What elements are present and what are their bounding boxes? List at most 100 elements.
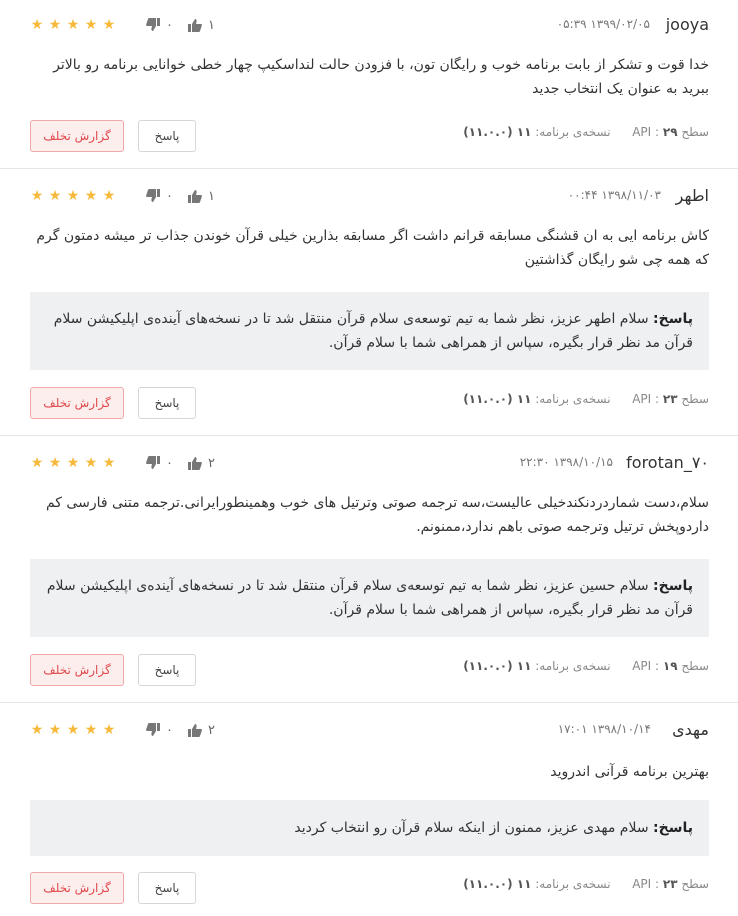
thumbs-down-icon [146,189,160,202]
reply-button[interactable]: پاسخ [138,872,196,904]
review-meta: سطح API : ۲۹ نسخه‌ی برنامه: ۱۱ (۱۱.۰.۰) [463,122,709,142]
api-value: ۱۹ [662,659,678,673]
star-icon: ★ [84,455,98,471]
star-icon: ★ [30,455,44,471]
dislike-button[interactable]: ۰ [146,186,173,206]
star-icon: ★ [66,722,80,738]
api-value: ۲۳ [662,877,678,891]
review-username: forotan_۷۰ [626,453,709,472]
version-value: ۱۱ (۱۱.۰.۰) [463,125,532,139]
review-meta: سطح API : ۲۳ نسخه‌ی برنامه: ۱۱ (۱۱.۰.۰) [463,874,709,894]
star-icon: ★ [102,722,116,738]
api-value: ۲۹ [662,125,678,139]
star-rating: ★ ★ ★ ★ ★ [30,453,116,473]
thumbs-up-icon [188,724,202,737]
reply-button[interactable]: پاسخ [138,387,196,419]
star-icon: ★ [48,722,62,738]
developer-reply: پاسخ: سلام اطهر عزیز، نظر شما به تیم توس… [30,292,709,370]
thumbs-up-icon [188,190,202,203]
review-date: ۰۰:۴۴ ۱۳۹۸/۱۱/۰۳ [567,188,661,202]
report-button[interactable]: گزارش تخلف [30,872,124,904]
developer-reply: پاسخ: سلام مهدی عزیز، ممنون از اینکه سلا… [30,800,709,856]
review-username: مهدی [672,720,709,739]
reply-label: پاسخ: [653,311,693,327]
review-date: ۲۲:۳۰ ۱۳۹۸/۱۰/۱۵ [519,455,613,469]
reply-button[interactable]: پاسخ [138,120,196,152]
report-button[interactable]: گزارش تخلف [30,120,124,152]
star-icon: ★ [66,455,80,471]
thumbs-up-icon [188,457,202,470]
reply-label: پاسخ: [653,578,693,594]
star-icon: ★ [66,188,80,204]
like-count: ۱ [208,188,215,204]
star-rating: ★ ★ ★ ★ ★ [30,720,116,740]
star-icon: ★ [84,188,98,204]
star-icon: ★ [102,455,116,471]
thumbs-down-icon [146,723,160,736]
star-icon: ★ [102,188,116,204]
version-label: نسخه‌ی برنامه: [535,125,611,139]
reply-text: سلام حسین عزیز، نظر شما به تیم توسعه‌ی س… [46,578,693,618]
star-icon: ★ [48,455,62,471]
star-rating: ★ ★ ★ ★ ★ [30,15,116,35]
dislike-button[interactable]: ۰ [146,15,173,35]
review-date: ۱۷:۰۱ ۱۳۹۸/۱۰/۱۴ [557,722,651,736]
dislike-count: ۰ [166,722,173,738]
review-username: اطهر [675,186,709,205]
version-label: نسخه‌ی برنامه: [535,877,611,891]
dislike-count: ۰ [166,17,173,33]
like-button[interactable]: ۱ [188,15,215,35]
thumbs-down-icon [146,18,160,31]
review-text: کاش برنامه ایی به ان قشنگی مسابقه قرانم … [36,228,709,268]
review-text: بهترین برنامه قرآنی اندروید [550,764,709,780]
star-icon: ★ [66,17,80,33]
like-count: ۱ [208,17,215,33]
dislike-button[interactable]: ۰ [146,720,173,740]
star-icon: ★ [48,17,62,33]
thumbs-up-icon [188,19,202,32]
like-count: ۲ [208,722,215,738]
review-date: ۰۵:۳۹ ۱۳۹۹/۰۲/۰۵ [556,17,650,31]
like-button[interactable]: ۲ [188,453,215,473]
star-rating: ★ ★ ★ ★ ★ [30,186,116,206]
dislike-button[interactable]: ۰ [146,453,173,473]
star-icon: ★ [30,17,44,33]
star-icon: ★ [30,722,44,738]
like-button[interactable]: ۲ [188,720,215,740]
developer-reply: پاسخ: سلام حسین عزیز، نظر شما به تیم توس… [30,559,709,637]
reply-content: پاسخ: سلام اطهر عزیز، نظر شما به تیم توس… [44,307,693,355]
star-icon: ★ [30,188,44,204]
review-username: jooya [665,15,709,34]
like-count: ۲ [208,455,215,471]
version-value: ۱۱ (۱۱.۰.۰) [463,392,532,406]
dislike-count: ۰ [166,188,173,204]
review-item: forotan_۷۰ ۲۲:۳۰ ۱۳۹۸/۱۰/۱۵ ★ ★ ★ ★ ★ ۲ … [0,453,738,689]
review-text: سلام،دست شماردردنکندخیلی عالیست،سه ترجمه… [45,495,709,535]
version-value: ۱۱ (۱۱.۰.۰) [463,877,532,891]
star-icon: ★ [84,17,98,33]
dislike-count: ۰ [166,455,173,471]
review-item: مهدی ۱۷:۰۱ ۱۳۹۸/۱۰/۱۴ ★ ★ ★ ★ ★ ۲ ۰ بهتر… [0,720,738,910]
version-label: نسخه‌ی برنامه: [535,659,611,673]
reply-content: پاسخ: سلام حسین عزیز، نظر شما به تیم توس… [44,574,693,622]
divider [0,168,738,169]
review-meta: سطح API : ۲۳ نسخه‌ی برنامه: ۱۱ (۱۱.۰.۰) [463,389,709,409]
version-label: نسخه‌ی برنامه: [535,392,611,406]
report-button[interactable]: گزارش تخلف [30,654,124,686]
review-item: jooya ۰۵:۳۹ ۱۳۹۹/۰۲/۰۵ ★ ★ ★ ★ ★ ۱ ۰ خدا… [0,15,738,155]
review-text: خدا قوت و تشکر از بابت برنامه خوب و رایگ… [53,57,709,97]
thumbs-down-icon [146,456,160,469]
divider [0,435,738,436]
star-icon: ★ [84,722,98,738]
version-value: ۱۱ (۱۱.۰.۰) [463,659,532,673]
report-button[interactable]: گزارش تخلف [30,387,124,419]
star-icon: ★ [48,188,62,204]
api-value: ۲۳ [662,392,678,406]
star-icon: ★ [102,17,116,33]
reply-text: سلام مهدی عزیز، ممنون از اینکه سلام قرآن… [294,820,649,836]
review-meta: سطح API : ۱۹ نسخه‌ی برنامه: ۱۱ (۱۱.۰.۰) [463,656,709,676]
review-item: اطهر ۰۰:۴۴ ۱۳۹۸/۱۱/۰۳ ★ ★ ★ ★ ★ ۱ ۰ کاش … [0,186,738,422]
reply-text: سلام اطهر عزیز، نظر شما به تیم توسعه‌ی س… [53,311,693,351]
reply-button[interactable]: پاسخ [138,654,196,686]
like-button[interactable]: ۱ [188,186,215,206]
